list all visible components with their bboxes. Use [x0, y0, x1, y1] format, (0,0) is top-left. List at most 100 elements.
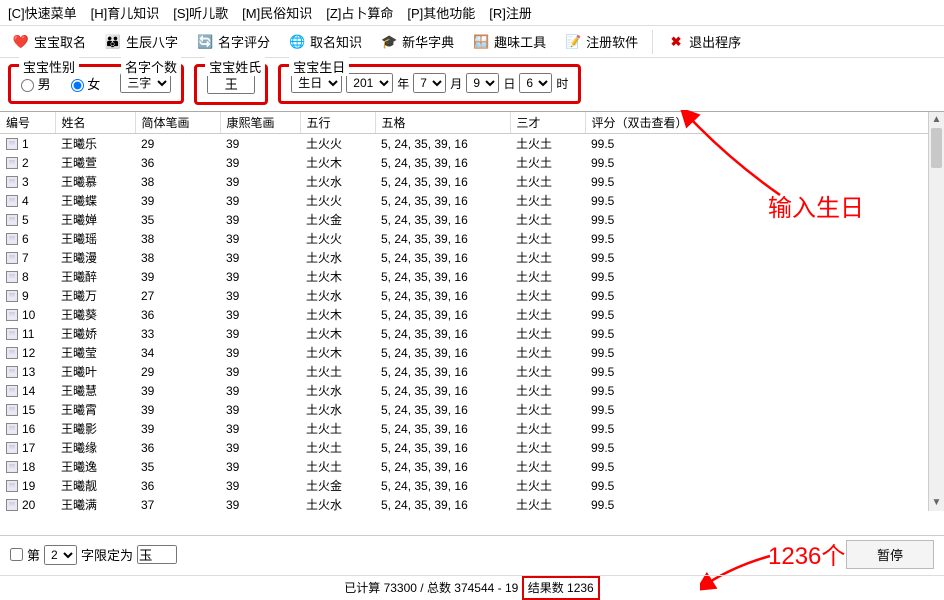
- hour-label: 时: [556, 75, 568, 92]
- hdr-idx[interactable]: 编号: [0, 112, 55, 134]
- limit-pos-select[interactable]: 2: [44, 545, 77, 565]
- table-row[interactable]: 19王曦靓3639土火金5, 24, 35, 39, 16土火土99.5: [0, 476, 944, 495]
- table-row[interactable]: 9王曦万2739土火水5, 24, 35, 39, 16土火土99.5: [0, 286, 944, 305]
- heart-icon: ❤️: [12, 33, 30, 51]
- gender-female[interactable]: 女: [71, 74, 101, 93]
- hdr-simp[interactable]: 简体笔画: [135, 112, 220, 134]
- toolbar: ❤️宝宝取名 👪生辰八字 🔄名字评分 🌐取名知识 🎓新华字典 🪟趣味工具 📝注册…: [0, 25, 944, 58]
- row-icon: [6, 347, 18, 359]
- grad-icon: 🎓: [380, 33, 398, 51]
- vertical-scrollbar[interactable]: ▲ ▼: [928, 112, 944, 511]
- results-table-wrap: 编号 姓名 简体笔画 康熙笔画 五行 五格 三才 评分（双击查看） 1王曦乐29…: [0, 111, 944, 511]
- birthday-title: 宝宝生日: [289, 57, 349, 76]
- limit-char-input[interactable]: [137, 545, 177, 564]
- group-gender-count: 宝宝性别 名字个数 男 女 三字: [8, 64, 184, 104]
- table-row[interactable]: 18王曦逸3539土火土5, 24, 35, 39, 16土火土99.5: [0, 457, 944, 476]
- hdr-name[interactable]: 姓名: [55, 112, 135, 134]
- tb-knowledge[interactable]: 🌐取名知识: [280, 28, 370, 55]
- row-icon: [6, 404, 18, 416]
- day-label: 日: [503, 75, 515, 92]
- bd-month[interactable]: 7: [413, 73, 446, 93]
- menu-quick[interactable]: [C]快速菜单: [8, 3, 77, 22]
- tb-dict[interactable]: 🎓新华字典: [372, 28, 462, 55]
- table-row[interactable]: 2王曦萱3639土火木5, 24, 35, 39, 16土火土99.5: [0, 153, 944, 172]
- scroll-down-icon[interactable]: ▼: [929, 495, 944, 511]
- hdr-score[interactable]: 评分（双击查看）: [585, 112, 944, 134]
- limit-checkbox[interactable]: [10, 548, 23, 561]
- menu-parenting[interactable]: [H]育儿知识: [91, 3, 160, 22]
- row-icon: [6, 499, 18, 511]
- table-row[interactable]: 15王曦霄3939土火水5, 24, 35, 39, 16土火土99.5: [0, 400, 944, 419]
- gender-male[interactable]: 男: [21, 74, 51, 93]
- table-row[interactable]: 10王曦葵3639土火木5, 24, 35, 39, 16土火土99.5: [0, 305, 944, 324]
- tb-naming[interactable]: ❤️宝宝取名: [4, 28, 94, 55]
- bd-year[interactable]: 201: [346, 73, 393, 93]
- menu-other[interactable]: [P]其他功能: [407, 3, 475, 22]
- scroll-thumb[interactable]: [931, 128, 942, 168]
- surname-input[interactable]: [207, 73, 255, 94]
- bd-type[interactable]: 生日: [291, 73, 342, 93]
- bd-day[interactable]: 9: [466, 73, 499, 93]
- table-row[interactable]: 11王曦娇3339土火木5, 24, 35, 39, 16土火土99.5: [0, 324, 944, 343]
- group-surname: 宝宝姓氏: [194, 64, 268, 105]
- menu-fortune[interactable]: [Z]占卜算命: [326, 3, 393, 22]
- menu-register[interactable]: [R]注册: [489, 3, 532, 22]
- table-row[interactable]: 6王曦瑶3839土火火5, 24, 35, 39, 16土火土99.5: [0, 229, 944, 248]
- table-row[interactable]: 20王曦满3739土火水5, 24, 35, 39, 16土火土99.5: [0, 495, 944, 511]
- hdr-wuge[interactable]: 五格: [375, 112, 510, 134]
- hdr-sancai[interactable]: 三才: [510, 112, 585, 134]
- table-row[interactable]: 7王曦漫3839土火水5, 24, 35, 39, 16土火土99.5: [0, 248, 944, 267]
- bd-hour[interactable]: 6: [519, 73, 552, 93]
- tb-bazi[interactable]: 👪生辰八字: [96, 28, 186, 55]
- refresh-icon: 🔄: [196, 33, 214, 51]
- name-count-select[interactable]: 三字: [120, 73, 171, 93]
- note-icon: 📝: [564, 33, 582, 51]
- tb-register[interactable]: 📝注册软件: [556, 28, 646, 55]
- row-icon: [6, 442, 18, 454]
- row-icon: [6, 480, 18, 492]
- people-icon: 👪: [104, 33, 122, 51]
- table-header-row: 编号 姓名 简体笔画 康熙笔画 五行 五格 三才 评分（双击查看）: [0, 112, 944, 134]
- row-icon: [6, 176, 18, 188]
- status-progress: 已计算 73300 / 总数 374544 - 19: [344, 581, 518, 595]
- di-label: 第: [27, 545, 40, 564]
- row-icon: [6, 290, 18, 302]
- table-row[interactable]: 16王曦影3939土火土5, 24, 35, 39, 16土火土99.5: [0, 419, 944, 438]
- surname-title: 宝宝姓氏: [205, 57, 265, 76]
- row-icon: [6, 214, 18, 226]
- table-row[interactable]: 17王曦缘3639土火土5, 24, 35, 39, 16土火土99.5: [0, 438, 944, 457]
- results-table: 编号 姓名 简体笔画 康熙笔画 五行 五格 三才 评分（双击查看） 1王曦乐29…: [0, 112, 944, 511]
- table-row[interactable]: 14王曦慧3939土火水5, 24, 35, 39, 16土火土99.5: [0, 381, 944, 400]
- hdr-kang[interactable]: 康熙笔画: [220, 112, 300, 134]
- tb-score[interactable]: 🔄名字评分: [188, 28, 278, 55]
- hdr-wuxing[interactable]: 五行: [300, 112, 375, 134]
- table-row[interactable]: 8王曦醉3939土火木5, 24, 35, 39, 16土火土99.5: [0, 267, 944, 286]
- pause-button[interactable]: 暂停: [846, 540, 934, 569]
- tb-exit[interactable]: ✖退出程序: [659, 28, 749, 55]
- row-icon: [6, 461, 18, 473]
- group-birthday: 宝宝生日 生日 201 年 7 月 9 日 6 时: [278, 64, 581, 104]
- status-bar: 已计算 73300 / 总数 374544 - 19 结果数 1236: [0, 575, 944, 595]
- row-icon: [6, 157, 18, 169]
- row-icon: [6, 138, 18, 150]
- globe-icon: 🌐: [288, 33, 306, 51]
- row-icon: [6, 233, 18, 245]
- menu-songs[interactable]: [S]听儿歌: [173, 3, 228, 22]
- table-row[interactable]: 5王曦婵3539土火金5, 24, 35, 39, 16土火土99.5: [0, 210, 944, 229]
- year-label: 年: [397, 75, 409, 92]
- scroll-up-icon[interactable]: ▲: [929, 112, 944, 128]
- table-row[interactable]: 1王曦乐2939土火火5, 24, 35, 39, 16土火土99.5: [0, 134, 944, 154]
- controls-row: 宝宝性别 名字个数 男 女 三字 宝宝姓氏 宝宝生日 生日 201 年 7 月 …: [0, 58, 944, 111]
- row-icon: [6, 309, 18, 321]
- tb-fun[interactable]: 🪟趣味工具: [464, 28, 554, 55]
- footer-bar: 第 2 字限定为 暂停: [0, 535, 944, 573]
- table-row[interactable]: 4王曦蝶3939土火火5, 24, 35, 39, 16土火土99.5: [0, 191, 944, 210]
- menubar: [C]快速菜单 [H]育儿知识 [S]听儿歌 [M]民俗知识 [Z]占卜算命 […: [0, 0, 944, 25]
- windows-icon: 🪟: [472, 33, 490, 51]
- table-row[interactable]: 13王曦叶2939土火土5, 24, 35, 39, 16土火土99.5: [0, 362, 944, 381]
- table-row[interactable]: 3王曦慕3839土火水5, 24, 35, 39, 16土火土99.5: [0, 172, 944, 191]
- menu-folk[interactable]: [M]民俗知识: [242, 3, 312, 22]
- row-icon: [6, 252, 18, 264]
- table-row[interactable]: 12王曦莹3439土火木5, 24, 35, 39, 16土火土99.5: [0, 343, 944, 362]
- gender-title: 宝宝性别: [19, 57, 79, 76]
